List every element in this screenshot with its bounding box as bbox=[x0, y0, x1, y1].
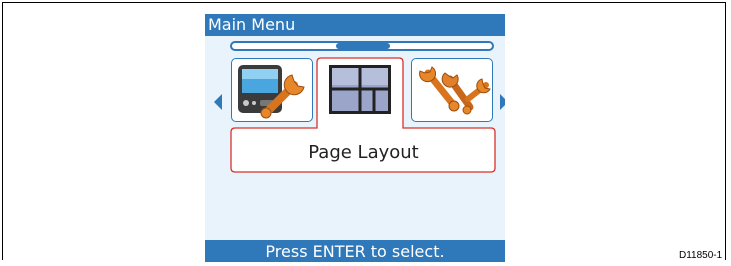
selected-item-label: Page Layout bbox=[308, 142, 419, 163]
status-bar: Press ENTER to select. bbox=[205, 240, 505, 262]
page-layout-icon bbox=[329, 65, 391, 114]
menu-item-setup[interactable] bbox=[411, 58, 493, 122]
menu-item-page-layout[interactable] bbox=[318, 59, 402, 127]
wrenches-icon bbox=[419, 66, 491, 115]
display-wrench-icon bbox=[238, 65, 305, 119]
figure-code: D11850-1 bbox=[679, 250, 723, 261]
menu-item-display-setup[interactable] bbox=[231, 58, 313, 122]
status-prompt: Press ENTER to select. bbox=[265, 242, 445, 261]
device-screen: Main Menu Page Layout Press ENTER to sel… bbox=[205, 14, 505, 262]
